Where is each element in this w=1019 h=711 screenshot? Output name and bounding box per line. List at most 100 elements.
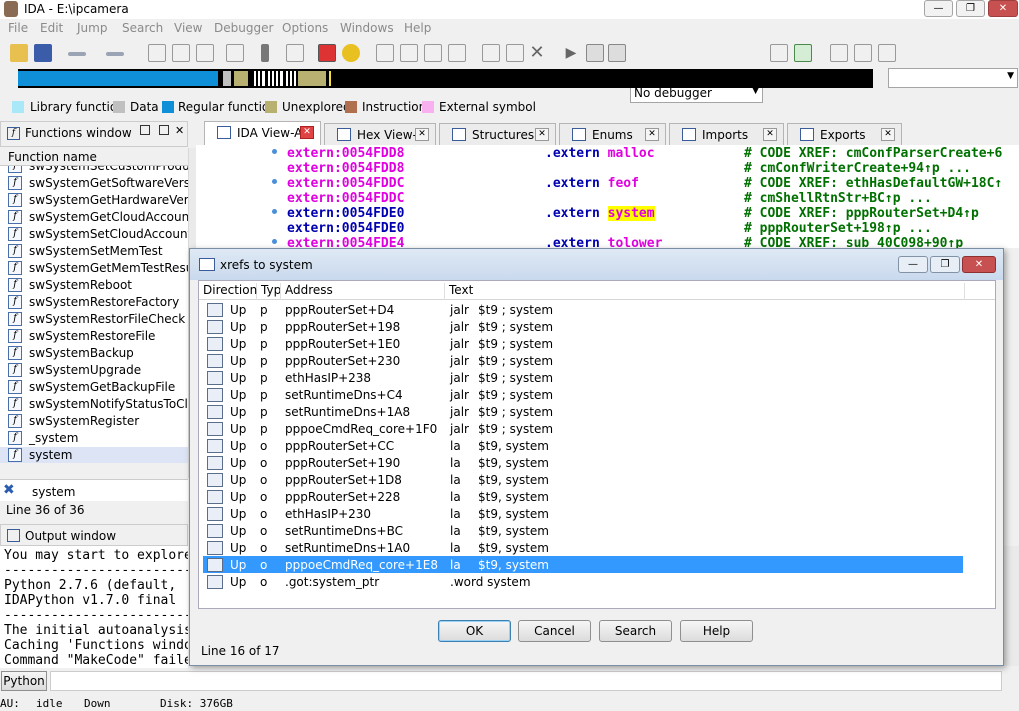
make-data-icon[interactable] [400,44,418,62]
segments-icon[interactable] [286,44,304,62]
dialog-minimize-button[interactable]: — [898,256,928,273]
minimize-button[interactable]: — [924,0,953,17]
code-address[interactable]: extern:0054FDE0 [287,221,404,236]
xref-row[interactable]: Up p pppRouterSet+D4 jalr $t9 ; system [203,301,963,318]
disassembly-view[interactable]: extern:0054FDD8 .extern malloc # CODE XREF… [196,145,1019,248]
breakpoints-icon[interactable] [830,44,848,62]
close-icon[interactable]: ✕ [175,124,184,137]
xref-row[interactable]: Up o pppRouterSet+228 la $t9, system [203,488,963,505]
menu-file[interactable]: File [8,21,28,35]
code-address[interactable]: extern:0054FDDC [287,191,404,206]
code-symbol[interactable]: malloc [608,146,655,161]
clear-filter-icon[interactable]: ✖ [3,482,15,498]
function-list-item[interactable]: f swSystemGetCloudAccount [0,209,188,226]
function-list-item[interactable]: f _system [0,430,188,447]
breakpoint-dot-icon[interactable] [272,209,277,214]
tab-close-icon[interactable]: ✕ [763,128,777,141]
xref-row[interactable]: Up p pppRouterSet+198 jalr $t9 ; system [203,318,963,335]
breakpoint-dot-icon[interactable] [272,149,277,154]
menu-view[interactable]: View [174,21,202,35]
close-button[interactable]: ✕ [988,0,1018,17]
code-symbol[interactable]: feof [608,176,639,191]
cross-icon[interactable]: ✕ [528,44,546,62]
light-bulb-icon[interactable] [342,44,360,62]
pause-icon[interactable] [586,44,604,62]
function-list-item[interactable]: f swSystemGetHardwareVersion [0,192,188,209]
function-filter-input[interactable]: system [32,485,75,499]
xref-row[interactable]: Up o pppRouterSet+190 la $t9, system [203,454,963,471]
name-icon[interactable] [506,44,524,62]
make-string-icon[interactable] [424,44,442,62]
column-direction[interactable]: Direction [199,283,257,300]
function-list-item[interactable]: f swSystemSetMemTest [0,243,188,260]
tab-close-icon[interactable]: ✕ [645,128,659,141]
save-icon[interactable] [34,44,52,62]
column-text[interactable]: Text [445,283,965,300]
xref-row[interactable]: Up p setRuntimeDns+1A8 jalr $t9 ; system [203,403,963,420]
breakpoint-dot-icon[interactable] [272,239,277,244]
function-list-item[interactable]: f swSystemRestorFileCheck [0,311,188,328]
make-code-icon[interactable] [376,44,394,62]
run-to-cursor-icon[interactable] [794,44,812,62]
code-address[interactable]: extern:0054FDD8 [287,161,404,176]
breakpoint-dot-icon[interactable] [272,179,277,184]
restore-icon[interactable] [140,125,150,135]
down-arrow-icon[interactable] [261,44,269,62]
xref-row[interactable]: Up o setRuntimeDns+BC la $t9, system [203,522,963,539]
function-list-item[interactable]: f swSystemUpgrade [0,362,188,379]
tab-enums[interactable]: Enums ✕ [559,123,666,145]
menu-search[interactable]: Search [122,21,163,35]
help-button[interactable]: Help [680,620,753,642]
xref-row[interactable]: Up o ethHasIP+230 la $t9, system [203,505,963,522]
function-name-header[interactable]: Function name [0,148,188,166]
code-symbol[interactable]: tolower [608,236,663,248]
dialog-close-button[interactable]: ✕ [962,256,996,273]
xref-row[interactable]: Up p pppRouterSet+1E0 jalr $t9 ; system [203,335,963,352]
function-list-item[interactable]: f swSystemNotifyStatusToCloud [0,396,188,413]
tab-close-icon[interactable]: ✕ [535,128,549,141]
menu-edit[interactable]: Edit [40,21,63,35]
xref-row[interactable]: Up o pppRouterSet+CC la $t9, system [203,437,963,454]
function-list-item[interactable]: f swSystemRestoreFile [0,328,188,345]
forward-icon[interactable] [106,52,124,56]
command-input[interactable] [50,671,1002,691]
xref-row[interactable]: Up o pppRouterSet+1D8 la $t9, system [203,471,963,488]
watch-icon[interactable] [854,44,872,62]
function-list-item[interactable]: f system [0,447,188,463]
tab-exports[interactable]: Exports ✕ [787,123,902,145]
find-icon[interactable] [226,44,244,62]
xref-row[interactable]: Up o pppoeCmdReq_core+1E8 la $t9, system [203,556,963,573]
make-array-icon[interactable] [448,44,466,62]
code-address[interactable]: extern:0054FDD8 [287,146,404,161]
graph-icon[interactable] [318,44,336,62]
function-list-item[interactable]: f swSystemRestoreFactory [0,294,188,311]
xref-row[interactable]: Up p pppoeCmdReq_core+1F0 jalr $t9 ; system [203,420,963,437]
code-address[interactable]: extern:0054FDE4 [287,236,404,248]
tab-imports[interactable]: Imports ✕ [669,123,784,145]
code-symbol[interactable]: system [607,206,655,221]
xref-row[interactable]: Up p ethHasIP+238 jalr $t9 ; system [203,369,963,386]
ok-button[interactable]: OK [438,620,511,642]
tab-ida-view-a[interactable]: IDA View-A ✕ [204,121,321,145]
open-icon[interactable] [10,44,28,62]
tools-icon[interactable] [878,44,896,62]
function-list-item[interactable]: f swSystemSetCustomProductInfo [0,166,188,175]
code-address[interactable]: extern:0054FDE0 [287,206,404,221]
tab-close-icon[interactable]: ✕ [881,128,895,141]
xref-row[interactable]: Up o .got:system_ptr .word system [203,573,963,590]
menu-debugger[interactable]: Debugger [214,21,273,35]
dialog-maximize-button[interactable]: ❐ [930,256,960,273]
xref-row[interactable]: Up p setRuntimeDns+C4 jalr $t9 ; system [203,386,963,403]
binary-icon[interactable] [148,44,166,62]
xref-row[interactable]: Up o setRuntimeDns+1A0 la $t9, system [203,539,963,556]
data-icon[interactable] [196,44,214,62]
menu-help[interactable]: Help [404,21,431,35]
column-type[interactable]: Typ [257,283,281,300]
function-list-item[interactable]: f swSystemSetCloudAccount [0,226,188,243]
tab-close-icon[interactable]: ✕ [300,126,314,139]
menu-options[interactable]: Options [282,21,328,35]
back-icon[interactable] [68,52,86,56]
stop-icon[interactable] [608,44,626,62]
search-button[interactable]: Search [599,620,672,642]
tab-close-icon[interactable]: ✕ [415,128,429,141]
